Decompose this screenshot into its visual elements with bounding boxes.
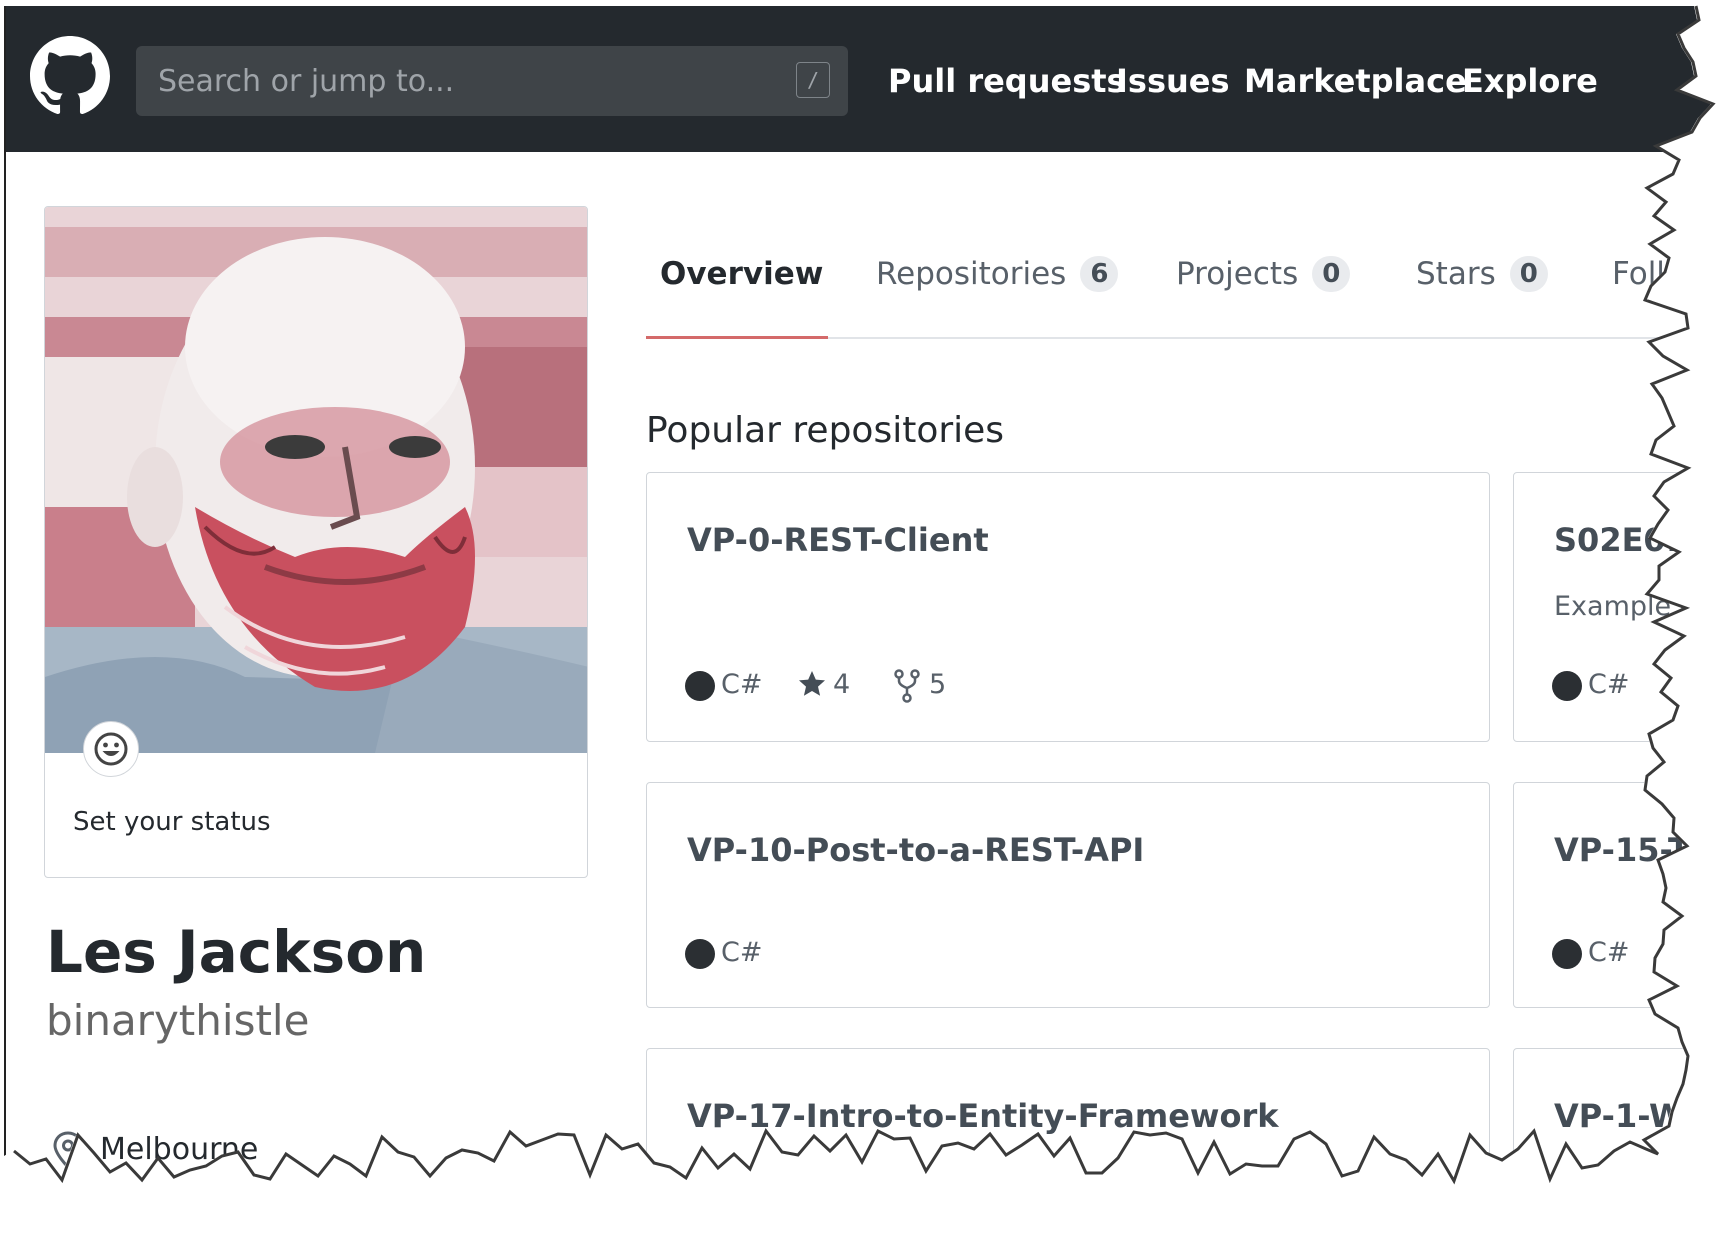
nav-explore[interactable]: Explore: [1462, 62, 1598, 106]
repo-card: VP-17-Intro-to-Entity-Framework: [646, 1048, 1490, 1239]
repo-card: VP-0-REST-Client C# 4 5: [646, 472, 1490, 742]
repo-description: Example of: [1554, 591, 1706, 622]
tab-projects-label: Projects: [1176, 256, 1299, 292]
location-pin-icon: [50, 1130, 86, 1170]
tab-stars-label: Stars: [1416, 256, 1496, 292]
top-navigation-bar: / Pull requests Issues Marketplace Explo…: [6, 6, 1725, 152]
repo-name-link[interactable]: VP-0-REST-Client: [687, 521, 989, 559]
repo-meta: C#: [1552, 665, 1672, 705]
repo-star-count: 4: [833, 669, 851, 700]
repo-language: C#: [1588, 937, 1630, 968]
repo-meta: C#: [685, 933, 805, 973]
repo-forks-link[interactable]: 5: [893, 665, 963, 705]
repo-stars-link[interactable]: 4: [797, 665, 867, 705]
tab-projects-count: 0: [1312, 256, 1350, 292]
fork-icon: [893, 669, 921, 703]
tab-followers-label: Follo: [1612, 256, 1684, 292]
github-logo-icon[interactable]: [30, 36, 110, 116]
tab-repositories-label: Repositories: [876, 256, 1067, 292]
set-status-label[interactable]: Set your status: [73, 807, 271, 837]
repo-fork-count: 5: [929, 669, 947, 700]
search-shortcut-key: /: [796, 62, 830, 98]
repo-name-link[interactable]: S02E01-: [1554, 521, 1701, 559]
profile-username: binarythistle: [46, 996, 310, 1045]
repo-name-link[interactable]: VP-15-Te: [1554, 831, 1707, 869]
repo-meta: C# 4 5: [685, 665, 1005, 705]
repo-name-link[interactable]: VP-17-Intro-to-Entity-Framework: [687, 1097, 1279, 1135]
tab-repositories-count: 6: [1080, 256, 1118, 292]
repo-language: C#: [721, 937, 763, 968]
search-input[interactable]: [136, 46, 776, 116]
repo-card: VP-15-Te C#: [1513, 782, 1725, 1008]
language-color-dot: [685, 671, 715, 701]
set-status-emoji-button[interactable]: [83, 721, 139, 777]
repo-card: VP-1-W: [1513, 1048, 1725, 1239]
tab-stars-count: 0: [1510, 256, 1548, 292]
nav-pull-requests[interactable]: Pull requests: [888, 62, 1126, 106]
tab-overview[interactable]: Overview: [660, 256, 823, 292]
language-color-dot: [1552, 939, 1582, 969]
repo-name-link[interactable]: VP-10-Post-to-a-REST-API: [687, 831, 1144, 869]
avatar-card: Set your status: [44, 206, 588, 878]
smiley-icon: [93, 731, 129, 767]
repo-name-link[interactable]: VP-1-W: [1554, 1097, 1684, 1135]
tab-repositories[interactable]: Repositories 6: [876, 256, 1118, 292]
tab-projects[interactable]: Projects 0: [1176, 256, 1350, 292]
tab-overview-label: Overview: [660, 256, 824, 292]
tab-stars[interactable]: Stars 0: [1416, 256, 1548, 292]
tab-active-indicator: [646, 336, 828, 339]
repo-language: C#: [1588, 669, 1630, 700]
repo-card: S02E01- Example of C#: [1513, 472, 1725, 742]
nav-marketplace[interactable]: Marketplace: [1244, 62, 1467, 106]
language-color-dot: [685, 939, 715, 969]
repo-language: C#: [721, 669, 763, 700]
tab-followers[interactable]: Follo: [1612, 256, 1684, 292]
repo-meta: C#: [1552, 933, 1672, 973]
nav-issues[interactable]: Issues: [1116, 62, 1230, 106]
search-box[interactable]: /: [136, 46, 848, 116]
star-icon: [797, 669, 827, 699]
repo-card: VP-10-Post-to-a-REST-API C#: [646, 782, 1490, 1008]
profile-full-name: Les Jackson: [46, 918, 427, 986]
page-viewport: / Pull requests Issues Marketplace Explo…: [4, 6, 1725, 1239]
popular-repositories-heading: Popular repositories: [646, 410, 1005, 451]
language-color-dot: [1552, 671, 1582, 701]
screenshot-stage: / Pull requests Issues Marketplace Explo…: [0, 0, 1725, 1239]
location-text: Melbourne: [100, 1132, 259, 1167]
avatar[interactable]: [45, 207, 588, 753]
